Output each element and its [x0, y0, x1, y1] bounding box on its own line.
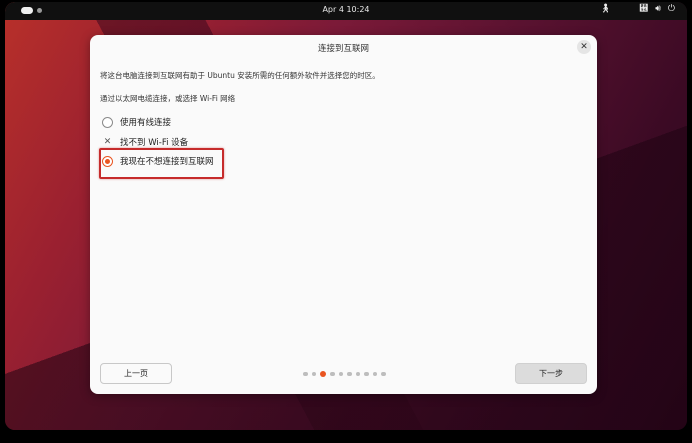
page-dot — [372, 371, 377, 377]
option-label: 使用有线连接 — [120, 118, 172, 128]
dialog-title: 连接到互联网 — [317, 44, 369, 54]
connect-to-internet-dialog: 连接到互联网 ✕ 将这台电脑连接到互联网有助于 Ubuntu 安装所需的任何额外… — [90, 35, 597, 394]
bottom-frame — [0, 430, 692, 443]
network-icon[interactable]: ⮖ — [639, 4, 648, 14]
page-dot — [311, 371, 316, 377]
page-dot — [303, 371, 308, 377]
dialog-subtitle: 通过以太网电缆连接，或选择 Wi-Fi 网络 — [100, 94, 236, 103]
no-wifi-x-icon: ✕ — [103, 137, 112, 147]
page-indicator — [303, 371, 386, 377]
accessibility-icon[interactable]: 🚶︎ — [600, 4, 611, 14]
close-icon[interactable]: ✕ — [577, 40, 591, 54]
highlight-box — [99, 148, 224, 179]
radio-button[interactable] — [102, 116, 113, 128]
page-dot — [330, 371, 335, 377]
top-bar: Apr 4 10:24 🚶︎ ⮖ 🔊︎ ⏻ — [5, 2, 687, 20]
page-dot — [364, 371, 369, 377]
system-tray[interactable]: 🚶︎ ⮖ 🔊︎ ⏻ — [600, 4, 675, 14]
page-dot — [347, 371, 352, 377]
dialog-description: 将这台电脑连接到互联网有助于 Ubuntu 安装所需的任何额外软件并选择您的时区… — [100, 71, 380, 80]
tray-spacer — [618, 4, 632, 14]
power-icon[interactable]: ⏻ — [668, 4, 675, 14]
previous-button[interactable]: 上一页 — [100, 363, 172, 384]
volume-icon[interactable]: 🔊︎ — [655, 4, 661, 14]
option-label: 找不到 Wi-Fi 设备 — [120, 138, 189, 148]
page-dot — [355, 371, 360, 377]
page-dot-active — [320, 371, 326, 377]
option-wired-connection[interactable]: 使用有线连接 — [102, 116, 171, 128]
page-dot — [381, 371, 386, 377]
option-no-wifi-device: ✕ 找不到 Wi-Fi 设备 — [102, 136, 188, 148]
clock[interactable]: Apr 4 10:24 — [5, 5, 687, 14]
page-dot — [338, 371, 343, 377]
next-button[interactable]: 下一步 — [515, 363, 587, 384]
